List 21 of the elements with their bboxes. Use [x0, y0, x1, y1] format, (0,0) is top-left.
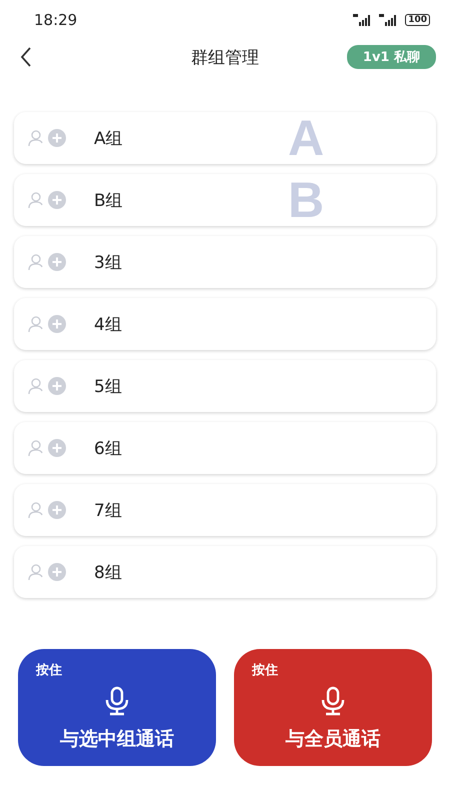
- group-card[interactable]: 3组: [14, 236, 436, 288]
- microphone-icon: [104, 686, 130, 716]
- group-card[interactable]: 4组: [14, 298, 436, 350]
- group-card[interactable]: 6组: [14, 422, 436, 474]
- group-name: 5组: [94, 376, 122, 398]
- group-card[interactable]: 5组: [14, 360, 436, 412]
- push-to-talk-button[interactable]: 按住 与全员通话: [234, 649, 432, 766]
- group-name: 4组: [94, 314, 122, 336]
- group-name: 3组: [94, 252, 122, 274]
- microphone-icon: [320, 686, 346, 716]
- battery-level: 100: [405, 14, 430, 26]
- group-name: 8组: [94, 562, 122, 584]
- page-title: 群组管理: [191, 46, 259, 68]
- group-card[interactable]: 8组: [14, 546, 436, 598]
- group-name: A组: [94, 128, 123, 150]
- group-card[interactable]: 7组: [14, 484, 436, 536]
- status-time: 18:29: [34, 11, 78, 29]
- push-to-talk-button[interactable]: 按住 与选中组通话: [18, 649, 216, 766]
- group-name: B组: [94, 190, 123, 212]
- group-name: 7组: [94, 500, 122, 522]
- group-name: 6组: [94, 438, 122, 460]
